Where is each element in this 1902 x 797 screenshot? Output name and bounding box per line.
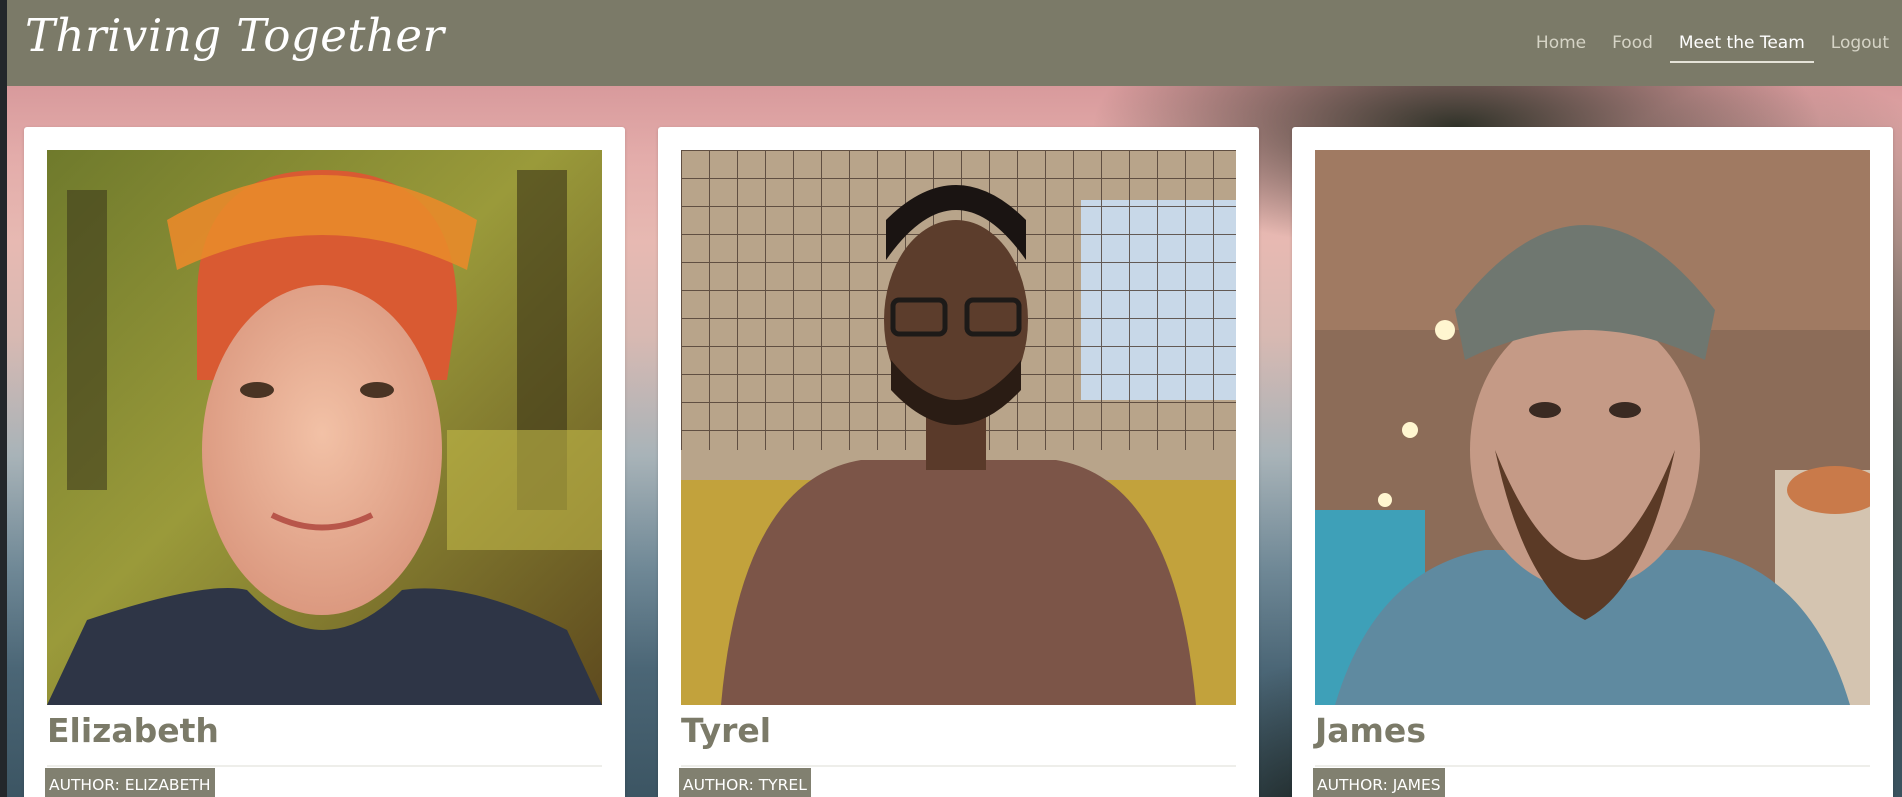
window-edge [0, 0, 7, 797]
author-tag-tyrel: AUTHOR: TYREL [679, 768, 811, 797]
tyrel-photo [681, 150, 1236, 705]
main-nav: Home Food Meet the Team Logout [1523, 0, 1902, 86]
nav-food-link[interactable]: Food [1603, 23, 1662, 63]
team-member-name-elizabeth: Elizabeth [47, 711, 219, 750]
site-brand[interactable]: Thriving Together [25, 8, 445, 64]
nav-meet-the-team-link[interactable]: Meet the Team [1669, 23, 1814, 63]
team-card-tyrel: AUTHOR: TYREL Tyrel [658, 127, 1259, 797]
james-photo [1315, 150, 1870, 705]
card-divider [1315, 765, 1870, 767]
team-member-name-james: James [1315, 711, 1426, 750]
team-member-name-tyrel: Tyrel [681, 711, 772, 750]
author-tag-james: AUTHOR: JAMES [1313, 768, 1445, 797]
team-card-james: AUTHOR: JAMES James [1292, 127, 1893, 797]
nav-home-link[interactable]: Home [1527, 23, 1595, 63]
navbar: Thriving Together Home Food Meet the Tea… [7, 0, 1902, 86]
author-tag-elizabeth: AUTHOR: ELIZABETH [45, 768, 215, 797]
team-card-elizabeth: AUTHOR: ELIZABETH Elizabeth [24, 127, 625, 797]
card-divider [681, 765, 1236, 767]
nav-logout-link[interactable]: Logout [1822, 23, 1898, 63]
elizabeth-photo [47, 150, 602, 705]
card-divider [47, 765, 602, 767]
